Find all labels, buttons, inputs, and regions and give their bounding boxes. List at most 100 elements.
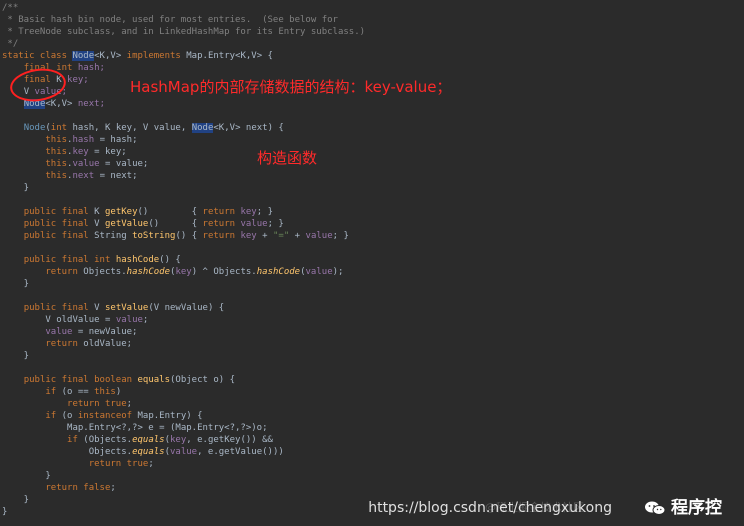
code-line: this.next = next; bbox=[2, 170, 138, 182]
code-token: (Objects. bbox=[83, 435, 133, 445]
code-token: public final bbox=[23, 231, 95, 241]
code-line: } bbox=[2, 494, 29, 506]
code-token: /** bbox=[2, 3, 19, 13]
code-token: } bbox=[2, 279, 30, 289]
code-line: if (Objects.equals(key, e.getKey()) && bbox=[2, 434, 273, 446]
code-token: key; bbox=[67, 75, 89, 85]
code-line: return false; bbox=[2, 482, 116, 494]
code-token: if bbox=[67, 435, 84, 445]
code-token: () { bbox=[175, 231, 203, 241]
code-token: hashCode bbox=[115, 255, 160, 265]
code-token: value bbox=[170, 447, 198, 457]
code-token: () { bbox=[159, 255, 181, 265]
code-line: static class Node<K,V> implements Map.En… bbox=[2, 50, 273, 62]
code-line: value = newValue; bbox=[2, 326, 137, 338]
code-token: , e.getKey()) && bbox=[186, 435, 273, 445]
code-token: * TreeNode subclass, and in LinkedHashMa… bbox=[2, 27, 366, 37]
code-token: hashCode bbox=[126, 267, 171, 277]
code-token: implements bbox=[126, 51, 187, 61]
code-token: = key; bbox=[88, 147, 127, 157]
code-token: hash; bbox=[77, 63, 105, 73]
watermark: https://blog.csdn.net/chengxukong bbox=[368, 495, 740, 521]
code-token: hash, K key, V value, bbox=[72, 123, 192, 133]
code-line: Map.Entry<?,?> e = (Map.Entry<?,?>)o; bbox=[2, 422, 267, 434]
code-line: if (o instanceof Map.Entry) { bbox=[2, 410, 202, 422]
code-token: () { bbox=[148, 219, 203, 229]
code-line: V oldValue = value; bbox=[2, 314, 148, 326]
code-token: Objects. bbox=[88, 447, 133, 457]
code-line: this.hash = hash; bbox=[2, 134, 137, 146]
code-line: public final V getValue() { return value… bbox=[2, 218, 284, 230]
code-token: return bbox=[202, 207, 241, 217]
code-token: = newValue; bbox=[72, 327, 138, 337]
code-token: next; bbox=[77, 99, 105, 109]
code-token: , e.getValue())) bbox=[197, 447, 284, 457]
code-token: ; bbox=[126, 399, 133, 409]
code-token: = value; bbox=[99, 159, 149, 169]
code-token: getValue bbox=[104, 219, 149, 229]
code-token: Objects. bbox=[83, 267, 127, 277]
code-token: } bbox=[2, 495, 30, 505]
code-token: (o bbox=[61, 411, 78, 421]
annotation-structure: HashMap的内部存储数据的结构：key-value； bbox=[130, 78, 452, 96]
code-token: ; bbox=[110, 483, 116, 493]
code-token: } bbox=[2, 507, 8, 517]
code-token: ); bbox=[332, 267, 344, 277]
code-token: key bbox=[175, 267, 192, 277]
code-token: this bbox=[45, 171, 68, 181]
code-token: public final bbox=[23, 219, 95, 229]
code-token: ; } bbox=[332, 231, 349, 241]
code-token: toString bbox=[132, 231, 176, 241]
code-token: this bbox=[45, 147, 68, 157]
code-token: key bbox=[240, 231, 257, 241]
code-token: equals bbox=[137, 375, 170, 385]
code-token: <K,V> bbox=[94, 51, 127, 61]
code-line: public final V setValue(V newValue) { bbox=[2, 302, 225, 314]
code-token: <K,V> bbox=[45, 99, 78, 109]
code-token: ; bbox=[148, 459, 154, 469]
code-token: value bbox=[305, 267, 333, 277]
code-token: this bbox=[45, 135, 68, 145]
code-token: } bbox=[2, 183, 30, 193]
code-line: public final int hashCode() { bbox=[2, 254, 181, 266]
code-line: public final K getKey() { return key; } bbox=[2, 206, 273, 218]
code-token: () { bbox=[137, 207, 203, 217]
code-token: = next; bbox=[94, 171, 138, 181]
code-token: key bbox=[72, 147, 89, 157]
code-line: return true; bbox=[2, 458, 154, 470]
code-line: } bbox=[2, 182, 29, 194]
code-line: */ bbox=[2, 38, 18, 50]
code-line: this.value = value; bbox=[2, 158, 148, 170]
code-line: } bbox=[2, 506, 7, 518]
code-line: return true; bbox=[2, 398, 132, 410]
code-token: } bbox=[2, 471, 51, 481]
code-token: equals bbox=[132, 447, 165, 457]
code-line: } bbox=[2, 278, 29, 290]
code-token: V oldValue = bbox=[45, 315, 116, 325]
code-token: ; } bbox=[267, 219, 284, 229]
code-line: return Objects.hashCode(key) ^ Objects.h… bbox=[2, 266, 343, 278]
code-token: hashCode bbox=[256, 267, 301, 277]
code-token: (V newValue) { bbox=[148, 303, 225, 313]
code-token: (Object o) { bbox=[170, 375, 236, 385]
code-token: this bbox=[94, 387, 116, 397]
code-token: */ bbox=[2, 39, 19, 49]
code-line: * TreeNode subclass, and in LinkedHashMa… bbox=[2, 26, 365, 38]
code-token: if bbox=[45, 387, 62, 397]
code-token: setValue bbox=[104, 303, 149, 313]
code-token: oldValue; bbox=[83, 339, 133, 349]
code-token: return true bbox=[88, 459, 149, 469]
